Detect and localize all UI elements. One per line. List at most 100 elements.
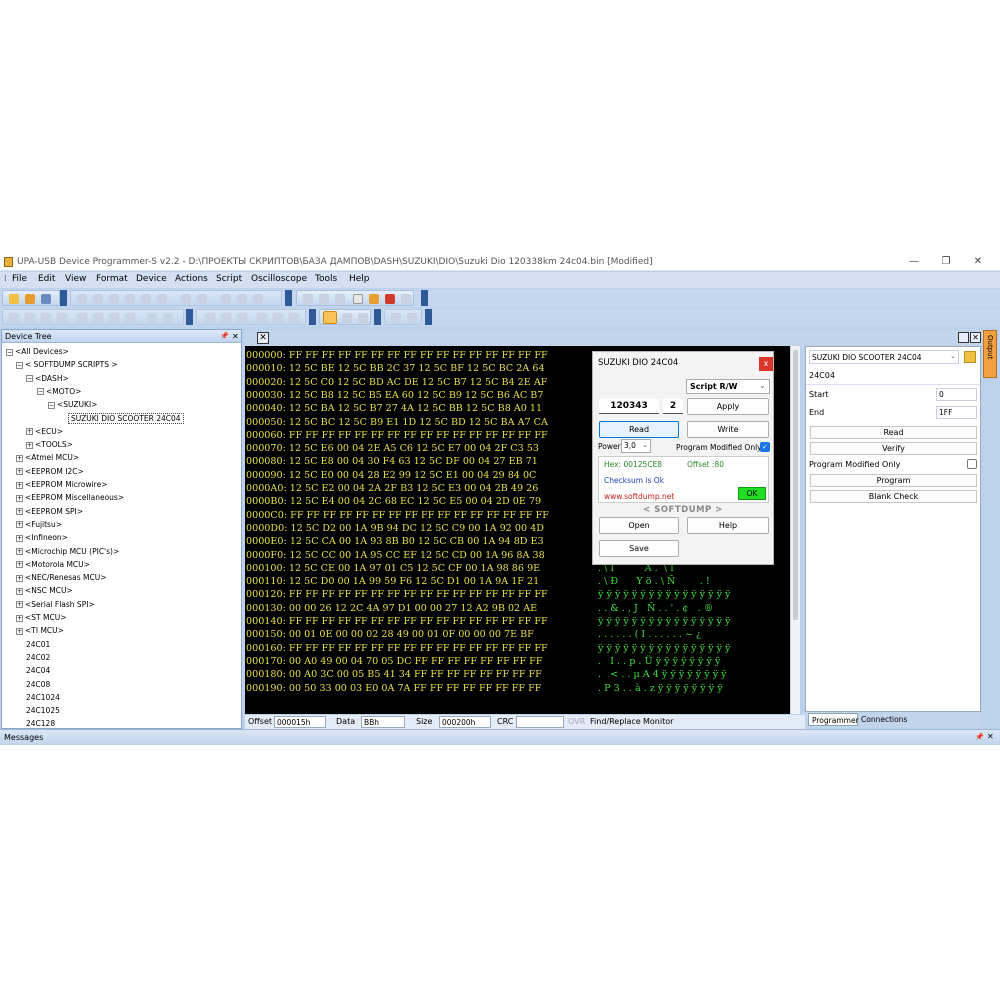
cut-icon[interactable] [109, 294, 119, 304]
hex-bytes[interactable]: 12 5C BC 12 5C B9 E1 1D 12 5C BD 12 5C B… [289, 417, 548, 428]
hex-bytes[interactable]: 12 5C C0 12 5C BD AC DE 12 5C B7 12 5C B… [289, 377, 548, 388]
find-replace-tab[interactable]: Find/Replace [590, 717, 641, 726]
dropdown-tab-icon[interactable] [958, 332, 969, 343]
tree-node[interactable]: − <MOTO> [37, 387, 81, 396]
toolbar-overflow-icon[interactable] [309, 309, 316, 325]
expand-icon[interactable]: + [16, 627, 23, 635]
dialog-save-button[interactable]: Save [599, 540, 679, 557]
fill-icon[interactable] [221, 294, 231, 304]
hex-row[interactable]: 000000: FF FF FF FF FF FF FF FF FF FF FF… [246, 349, 548, 362]
expand-icon[interactable]: + [16, 454, 23, 462]
hex-row[interactable]: 0000B0: 12 5C E4 00 04 2C 68 EC 12 5C E5… [246, 495, 541, 508]
hex-row[interactable]: 000180: 00 A0 3C 00 05 B5 41 34 FF FF FF… [246, 668, 542, 681]
hex-row[interactable]: 000050: 12 5C BC 12 5C B9 E1 1D 12 5C BD… [246, 416, 548, 429]
bug-icon[interactable] [385, 294, 395, 304]
expand-icon[interactable]: + [16, 508, 23, 516]
maximize-button[interactable]: ❐ [936, 255, 956, 269]
first-icon[interactable] [9, 313, 19, 323]
monitor-tab[interactable]: Monitor [643, 717, 673, 726]
hex-row[interactable]: 000080: 12 5C E8 00 04 30 F4 63 12 5C DF… [246, 455, 538, 468]
expand-icon[interactable]: + [16, 521, 23, 529]
km-input[interactable]: 120343 [599, 399, 659, 414]
tree-node[interactable]: − <DASH> [26, 374, 69, 383]
expand-icon[interactable]: + [16, 601, 23, 609]
hex-bytes[interactable]: 00 A0 3C 00 05 B5 41 34 FF FF FF FF FF F… [289, 669, 542, 680]
offset-field[interactable]: 000015h [274, 716, 326, 728]
hex-bytes[interactable]: FF FF FF FF FF FF FF FF FF FF FF FF FF F… [289, 616, 548, 627]
config-icon[interactable] [147, 313, 157, 323]
stop-icon[interactable] [41, 313, 51, 323]
hex-ascii[interactable]: . \ Ð Y ö . \ Ñ . ! [598, 575, 710, 588]
pin-icon[interactable]: 📌 [975, 733, 984, 741]
hex-row[interactable]: 000170: 00 A0 49 00 04 70 05 DC FF FF FF… [246, 655, 542, 668]
close-window-button[interactable]: ✕ [968, 255, 988, 269]
menu-oscilloscope[interactable]: Oscilloscope [251, 274, 307, 284]
hex-bytes[interactable]: 12 5C BE 12 5C BB 2C 37 12 5C BF 12 5C B… [289, 363, 545, 374]
dialog-help-button[interactable]: Help [687, 517, 769, 534]
hex-bytes[interactable]: FF FF FF FF FF FF FF FF FF FF FF FF FF F… [289, 350, 548, 361]
hex-ascii[interactable]: . . & . , J Ñ . . ' . ¢ . ® [598, 602, 713, 615]
menu-tools[interactable]: Tools [315, 274, 337, 284]
tree-node[interactable]: + <ST MCU> [16, 613, 67, 622]
tree-node[interactable]: + <Motorola MCU> [16, 560, 90, 569]
tree-node[interactable]: + <NSC MCU> [16, 586, 73, 595]
minimize-button[interactable]: — [904, 255, 924, 269]
expand-icon[interactable]: + [26, 441, 33, 449]
hex-bytes[interactable]: 00 50 33 00 03 E0 0A 7A FF FF FF FF FF F… [289, 683, 541, 694]
tree-node[interactable]: + <ECU> [26, 427, 63, 436]
hex-bytes[interactable]: 00 A0 49 00 04 70 05 DC FF FF FF FF FF F… [289, 656, 543, 667]
expand-icon[interactable]: + [26, 428, 33, 436]
menu-script[interactable]: Script [216, 274, 242, 284]
hex-bytes[interactable]: 00 00 26 12 2C 4A 97 D1 00 00 27 12 A2 9… [289, 603, 537, 614]
start-field[interactable]: 0 [936, 388, 977, 401]
dialog-read-button[interactable]: Read [599, 421, 679, 438]
hex-ascii[interactable]: ÿ ÿ ÿ ÿ ÿ ÿ ÿ ÿ ÿ ÿ ÿ ÿ ÿ ÿ ÿ ÿ [598, 588, 730, 601]
window-icon[interactable] [353, 294, 363, 304]
hex-bytes[interactable]: 12 5C E6 00 04 2E A5 C6 12 5C E7 00 04 2… [289, 443, 539, 454]
target-icon[interactable] [57, 313, 67, 323]
dialog-close-button[interactable]: x [759, 357, 773, 371]
hex-bytes[interactable]: 12 5C E4 00 04 2C 68 EC 12 5C E5 00 04 2… [290, 496, 541, 507]
hex-row[interactable]: 000160: FF FF FF FF FF FF FF FF FF FF FF… [246, 642, 548, 655]
menu-device[interactable]: Device [136, 274, 167, 284]
website-link[interactable]: www.softdump.net [604, 492, 674, 501]
hex-ascii[interactable]: ÿ ÿ ÿ ÿ ÿ ÿ ÿ ÿ ÿ ÿ ÿ ÿ ÿ ÿ ÿ ÿ [598, 615, 730, 628]
hex-row[interactable]: 000110: 12 5C D0 00 1A 99 59 F6 12 5C D1… [246, 575, 539, 588]
data-field[interactable]: BBh [361, 716, 405, 728]
toolbar-overflow-icon[interactable] [425, 309, 432, 325]
dialog-write-button[interactable]: Write [687, 421, 769, 438]
tree-node[interactable]: 24C02 [26, 653, 50, 662]
hex-row[interactable]: 000020: 12 5C C0 12 5C BD AC DE 12 5C B7… [246, 376, 547, 389]
tree-node[interactable]: + <Atmel MCU> [16, 453, 79, 462]
tree-node[interactable]: + <EEPROM Miscellaneous> [16, 493, 124, 502]
replace-icon[interactable] [197, 294, 207, 304]
hex-row[interactable]: 000100: 12 5C CE 00 1A 97 01 C5 12 5C CF… [246, 562, 540, 575]
tree-node[interactable]: 24C04 [26, 666, 50, 675]
tree-node[interactable]: − <SUZUKI> [48, 400, 97, 409]
hex-row[interactable]: 0000F0: 12 5C CC 00 1A 95 CC EF 12 5C CD… [246, 549, 545, 562]
close-editor-icon[interactable]: ✕ [970, 332, 981, 343]
paste-icon[interactable] [141, 294, 151, 304]
tree-node[interactable]: 24C1024 [26, 693, 60, 702]
expand-icon[interactable]: + [16, 587, 23, 595]
ok-button[interactable]: OK [738, 487, 766, 500]
expand-icon[interactable]: + [16, 614, 23, 622]
close-tab-icon[interactable]: ✕ [257, 332, 269, 344]
toolbar-overflow-icon[interactable] [60, 290, 67, 306]
new-file-icon[interactable] [9, 294, 19, 304]
refresh-icon[interactable] [77, 294, 87, 304]
hex-ascii[interactable]: . < . . µ A 4 ÿ ÿ ÿ ÿ ÿ ÿ ÿ ÿ [598, 668, 727, 681]
menu-actions[interactable]: Actions [175, 274, 208, 284]
collapse-icon[interactable]: − [16, 361, 23, 369]
collapse-icon[interactable]: − [6, 348, 13, 356]
toolbar-overflow-icon[interactable] [285, 290, 292, 306]
view3-icon[interactable] [237, 313, 247, 323]
tree-node[interactable]: + <Infineon> [16, 533, 68, 542]
hex-bytes[interactable]: 12 5C CC 00 1A 95 CC EF 12 5C CD 00 1A 9… [289, 550, 544, 561]
hex-bytes[interactable]: FF FF FF FF FF FF FF FF FF FF FF FF FF F… [290, 510, 549, 521]
expand-icon[interactable]: + [16, 548, 23, 555]
copy-icon[interactable] [125, 294, 135, 304]
hex-row[interactable]: 000120: FF FF FF FF FF FF FF FF FF FF FF… [246, 588, 548, 601]
tree-node[interactable]: + <Serial Flash SPI> [16, 600, 95, 609]
chip-icon[interactable] [319, 294, 329, 304]
